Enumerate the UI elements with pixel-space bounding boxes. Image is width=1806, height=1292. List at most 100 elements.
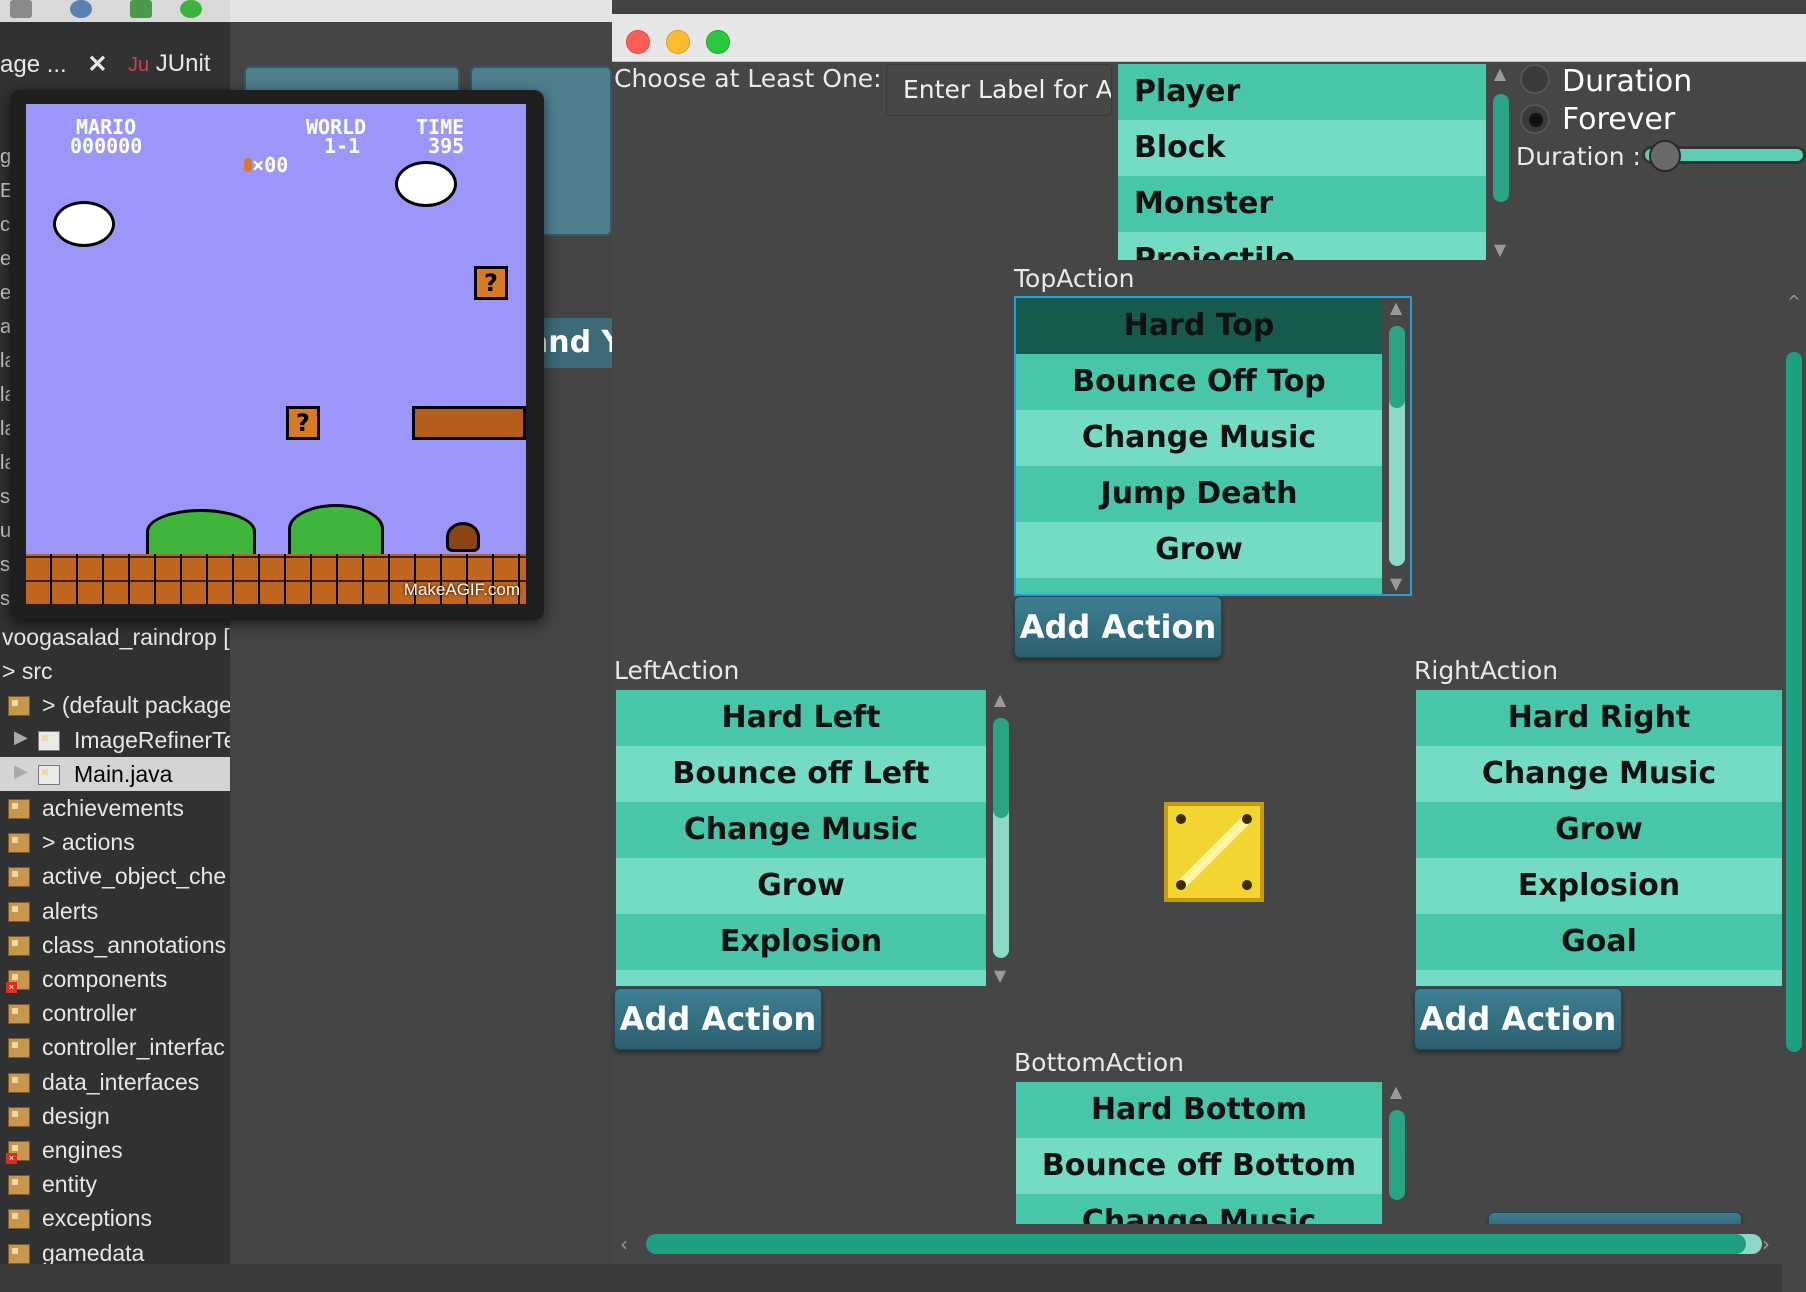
list-item[interactable]: Goal bbox=[1416, 914, 1782, 970]
scroll-thumb[interactable] bbox=[1389, 1110, 1405, 1200]
list-item[interactable]: Hard Right bbox=[1416, 690, 1782, 746]
explorer-item[interactable]: achievements bbox=[0, 791, 230, 825]
bottom-action-scrollbar[interactable]: ▲ bbox=[1382, 1082, 1410, 1232]
top-action-title: TopAction bbox=[1014, 264, 1135, 293]
scroll-down-icon[interactable]: ▼ bbox=[1388, 576, 1404, 592]
list-item[interactable]: Change Music bbox=[616, 802, 986, 858]
main-vertical-scrollbar[interactable]: ^ bbox=[1782, 292, 1806, 1292]
scroll-up-icon[interactable]: ▲ bbox=[1388, 300, 1404, 316]
list-item[interactable]: Grow bbox=[1416, 802, 1782, 858]
list-item[interactable]: Hard Bottom bbox=[1016, 1082, 1382, 1138]
list-item[interactable]: Block bbox=[1118, 120, 1486, 176]
list-item[interactable]: Explosion bbox=[616, 914, 986, 970]
label-input[interactable]: Enter Label for A bbox=[886, 64, 1112, 116]
scroll-thumb[interactable] bbox=[1786, 352, 1802, 1052]
duration-slider-thumb[interactable] bbox=[1648, 140, 1681, 172]
cloud-icon bbox=[398, 164, 454, 204]
close-icon[interactable]: ✕ bbox=[87, 51, 107, 78]
object-type-scrollbar[interactable]: ▲ ▼ bbox=[1486, 64, 1514, 260]
search-icon[interactable] bbox=[70, 0, 92, 18]
save-icon[interactable] bbox=[10, 0, 32, 18]
hud-coins: ×00 bbox=[196, 137, 288, 194]
list-item[interactable]: Hard Left bbox=[616, 690, 986, 746]
forever-radio[interactable] bbox=[1520, 104, 1550, 134]
scroll-up-icon[interactable]: ▲ bbox=[1492, 66, 1508, 82]
scroll-thumb[interactable] bbox=[993, 718, 1009, 818]
explorer-item[interactable]: > src bbox=[0, 654, 230, 688]
list-item[interactable]: Hard Top bbox=[1016, 298, 1382, 354]
explorer-item[interactable]: × engines bbox=[0, 1133, 230, 1167]
list-item[interactable]: Player bbox=[1118, 64, 1486, 120]
debug-icon[interactable] bbox=[130, 0, 152, 18]
list-item[interactable]: Grow bbox=[1016, 522, 1382, 578]
explorer-item[interactable]: active_object_che bbox=[0, 859, 230, 893]
list-item[interactable]: Explosion bbox=[1416, 858, 1782, 914]
list-item[interactable]: Bounce off Bottom bbox=[1016, 1138, 1382, 1194]
scroll-up-icon[interactable]: ^ bbox=[1786, 294, 1802, 310]
scroll-thumb[interactable] bbox=[1389, 326, 1405, 408]
scroll-right-icon[interactable]: › bbox=[1762, 1232, 1770, 1256]
close-window-button[interactable] bbox=[626, 30, 650, 54]
explorer-item[interactable]: × components bbox=[0, 962, 230, 996]
list-item[interactable]: Bounce Off Top bbox=[1016, 354, 1382, 410]
scroll-up-icon[interactable]: ▲ bbox=[1388, 1084, 1404, 1100]
list-item[interactable]: Change Music bbox=[1016, 410, 1382, 466]
list-item-overflow bbox=[616, 970, 986, 986]
explorer-item[interactable]: alerts bbox=[0, 894, 230, 928]
explorer-item[interactable]: exceptions bbox=[0, 1201, 230, 1235]
scroll-thumb[interactable] bbox=[646, 1234, 1746, 1254]
explorer-item[interactable]: entity bbox=[0, 1167, 230, 1201]
explorer-item-label: gamedata bbox=[42, 1239, 145, 1264]
main-horizontal-scrollbar[interactable]: ‹ › bbox=[612, 1224, 1806, 1264]
explorer-item-label: alerts bbox=[42, 897, 99, 924]
java-file-icon bbox=[38, 730, 60, 751]
bush-icon bbox=[146, 509, 256, 554]
expand-arrow-icon[interactable]: ▶ bbox=[14, 727, 28, 748]
scroll-up-icon[interactable]: ▲ bbox=[992, 692, 1008, 708]
object-type-list[interactable]: Player Block Monster Projectile ▲ ▼ bbox=[1118, 64, 1514, 260]
explorer-item[interactable]: data_interfaces bbox=[0, 1065, 230, 1099]
ide-tab-junit[interactable]: Ju JUnit bbox=[128, 50, 210, 80]
top-action-scrollbar[interactable]: ▲ ▼ bbox=[1382, 298, 1410, 594]
scroll-down-icon[interactable]: ▼ bbox=[1492, 242, 1508, 258]
list-item-overflow bbox=[1016, 578, 1382, 594]
right-add-action-button[interactable]: Add Action bbox=[1414, 988, 1622, 1050]
list-item[interactable]: Projectile bbox=[1118, 232, 1486, 260]
explorer-item[interactable]: > actions bbox=[0, 825, 230, 859]
explorer-item[interactable]: controller_interfac bbox=[0, 1030, 230, 1064]
top-action-list[interactable]: Hard Top Bounce Off Top Change Music Jum… bbox=[1016, 298, 1410, 594]
explorer-item[interactable]: > (default package bbox=[0, 688, 230, 722]
left-action-list[interactable]: Hard Left Bounce off Left Change Music G… bbox=[616, 690, 1014, 986]
bottom-action-list[interactable]: Hard Bottom Bounce off Bottom Change Mus… bbox=[1016, 1082, 1410, 1232]
right-action-list[interactable]: Hard Right Change Music Grow Explosion G… bbox=[1416, 690, 1782, 986]
ide-tab-package[interactable]: age ... ✕ bbox=[0, 50, 108, 80]
scroll-thumb[interactable] bbox=[1493, 94, 1509, 202]
watermark: MakeAGIF.com bbox=[403, 580, 520, 599]
scroll-left-icon[interactable]: ‹ bbox=[620, 1232, 628, 1256]
explorer-item[interactable]: ▶ Main.java bbox=[0, 756, 230, 791]
explorer-item[interactable]: class_annotations bbox=[0, 928, 230, 962]
package-icon bbox=[8, 901, 30, 922]
top-add-action-button[interactable]: Add Action bbox=[1014, 596, 1222, 658]
explorer-item[interactable]: design bbox=[0, 1099, 230, 1133]
minimize-window-button[interactable] bbox=[666, 30, 690, 54]
list-item[interactable]: Bounce off Left bbox=[616, 746, 986, 802]
explorer-item-label: > (default package bbox=[42, 692, 230, 719]
explorer-item[interactable]: controller bbox=[0, 996, 230, 1030]
coin-icon bbox=[244, 158, 253, 172]
explorer-item[interactable]: ▶ ImageRefinerTe bbox=[0, 723, 230, 757]
list-item[interactable]: Grow bbox=[616, 858, 986, 914]
list-item[interactable]: Change Music bbox=[1416, 746, 1782, 802]
run-icon[interactable] bbox=[180, 0, 202, 18]
list-item[interactable]: Jump Death bbox=[1016, 466, 1382, 522]
expand-arrow-icon[interactable]: ▶ bbox=[14, 761, 28, 782]
left-add-action-button[interactable]: Add Action bbox=[614, 988, 822, 1050]
explorer-item-label: > actions bbox=[42, 829, 135, 856]
explorer-item[interactable]: voogasalad_raindrop [ bbox=[0, 620, 230, 654]
duration-radio[interactable] bbox=[1520, 64, 1550, 94]
list-item[interactable]: Monster bbox=[1118, 176, 1486, 232]
scroll-down-icon[interactable]: ▼ bbox=[992, 968, 1008, 984]
maximize-window-button[interactable] bbox=[706, 30, 730, 54]
left-action-scrollbar[interactable]: ▲ ▼ bbox=[986, 690, 1014, 986]
explorer-item[interactable]: gamedata bbox=[0, 1236, 230, 1264]
